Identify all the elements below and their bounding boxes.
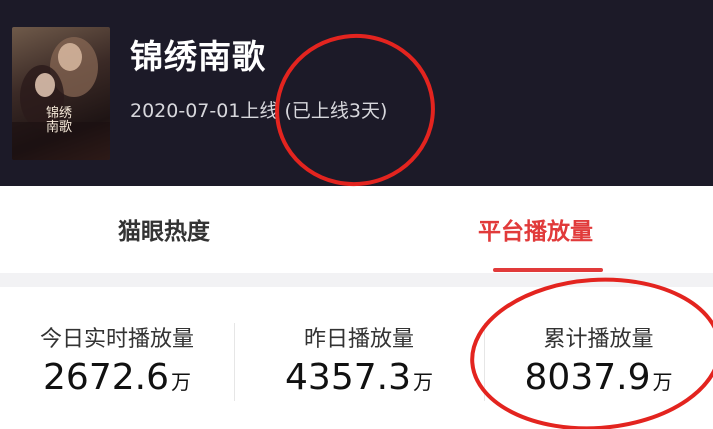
tab-bar: 猫眼热度 平台播放量 (0, 186, 713, 273)
stat-value: 4357.3 (285, 357, 411, 398)
stat-value: 2672.6 (43, 357, 169, 398)
show-header: 锦绣南歌 锦绣南歌 2020-07-01上线 (已上线3天) (0, 0, 713, 186)
stat-value: 8037.9 (524, 357, 651, 398)
release-date-text: 2020-07-01上线 (已上线3天) (130, 100, 388, 122)
stat-label: 累计播放量 (543, 327, 654, 352)
stat-label: 今日实时播放量 (39, 327, 194, 352)
tab-maoyan-heat[interactable]: 猫眼热度 (118, 212, 210, 246)
poster-artwork (12, 37, 110, 160)
stat-label: 昨日播放量 (303, 327, 414, 352)
tab-platform-plays[interactable]: 平台播放量 (478, 212, 593, 246)
section-divider (0, 273, 713, 287)
play-stats-panel: 今日实时播放量 2672.6 万 昨日播放量 4357.3 万 累计播放量 8037… (0, 287, 713, 429)
show-poster-image[interactable]: 锦绣南歌 (12, 27, 110, 160)
stat-yesterday: 昨日播放量 4357.3 万 (234, 287, 484, 429)
show-title: 锦绣南歌 (130, 37, 266, 76)
stat-unit: 万 (652, 370, 673, 394)
stat-cumulative: 累计播放量 8037.9 万 (484, 287, 713, 429)
stat-unit: 万 (170, 370, 191, 394)
stat-unit: 万 (412, 370, 433, 394)
poster-title-text: 锦绣南歌 (46, 106, 73, 135)
stat-today-realtime: 今日实时播放量 2672.6 万 (0, 287, 234, 429)
active-tab-indicator (493, 268, 603, 272)
